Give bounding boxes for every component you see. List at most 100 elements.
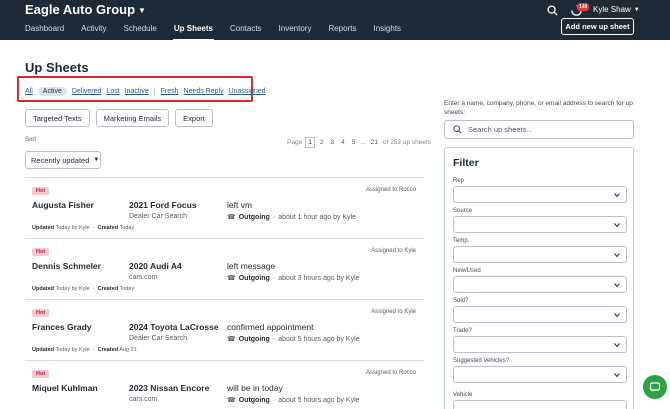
- top-navbar: Eagle Auto Group ▼ Dashboard Activity Sc…: [0, 0, 670, 41]
- updated-label: Updated: [32, 347, 54, 353]
- latest-note: left message: [227, 261, 276, 271]
- dot-separator: ·: [272, 396, 276, 404]
- hot-badge: Hot: [32, 248, 50, 256]
- list-item[interactable]: Hot Assigned to Rocco Miquel Kuhlman 202…: [25, 360, 424, 409]
- tab-activity[interactable]: Activity: [81, 24, 106, 40]
- add-new-up-sheet-button[interactable]: Add new up sheet: [561, 18, 634, 35]
- chat-button[interactable]: [643, 375, 667, 399]
- chevron-down-icon: [614, 283, 620, 288]
- customer-name[interactable]: Frances Grady: [32, 322, 92, 332]
- chevron-down-icon: ▼: [138, 6, 146, 15]
- customer-name[interactable]: Dennis Schmeler: [32, 261, 101, 271]
- filter-lost[interactable]: Lost: [106, 88, 119, 95]
- last-contact: ☎ Outgoing · about 5 hours ago by Kyle: [227, 396, 360, 405]
- marketing-emails-button[interactable]: Marketing Emails: [95, 109, 170, 127]
- vehicle-name: 2024 Toyota LaCrosse: [129, 322, 219, 332]
- tab-contacts[interactable]: Contacts: [230, 24, 262, 40]
- filter-label-trade: Trade?: [453, 328, 472, 334]
- chevron-down-icon: ▼: [633, 6, 640, 13]
- filter-all[interactable]: All: [25, 88, 33, 95]
- action-buttons: Targeted Texts Marketing Emails Export: [25, 109, 213, 127]
- brand-switcher[interactable]: Eagle Auto Group ▼: [25, 2, 146, 17]
- search-placeholder: Search up sheets...: [468, 125, 533, 134]
- pagination: Page 1 2 3 4 5 ... 21 of 252 up sheets: [287, 137, 431, 148]
- user-menu[interactable]: Kyle Shaw ▼: [593, 5, 640, 14]
- latest-note: will be in today: [227, 383, 283, 393]
- list-item[interactable]: Hot Assigned to Kyle Frances Grady 2024 …: [25, 299, 424, 360]
- item-meta: Updated Today by Kyle · Created Today: [32, 286, 135, 292]
- created-value: Aug 21: [119, 347, 137, 353]
- sold-select[interactable]: [453, 306, 627, 323]
- trade-select[interactable]: [453, 336, 627, 353]
- created-label: Created: [97, 286, 119, 292]
- vehicle-name: 2021 Ford Focus: [129, 200, 197, 210]
- vehicle-select[interactable]: [453, 400, 627, 409]
- phone-icon: ☎: [227, 214, 236, 221]
- new-used-select[interactable]: [453, 276, 627, 293]
- chevron-down-icon: ▼: [93, 157, 100, 163]
- customer-name[interactable]: Augusta Fisher: [32, 200, 94, 210]
- tab-reports[interactable]: Reports: [328, 24, 356, 40]
- created-value: Today: [119, 225, 135, 231]
- search-icon[interactable]: [547, 5, 558, 16]
- customer-name[interactable]: Miquel Kuhlman: [32, 383, 98, 393]
- rep-select[interactable]: [453, 186, 627, 203]
- suggested-vehicles-select[interactable]: [453, 366, 627, 383]
- lead-source: cars.com: [129, 274, 158, 281]
- sort-select[interactable]: Recently updated ▼: [25, 151, 101, 169]
- contact-direction: Outgoing: [238, 274, 270, 282]
- page-link-5[interactable]: 5: [350, 138, 358, 147]
- search-icon: [453, 125, 462, 134]
- tab-dashboard[interactable]: Dashboard: [25, 24, 64, 40]
- filter-needs-reply[interactable]: Needs Reply: [184, 88, 224, 95]
- tab-insights[interactable]: Insights: [373, 24, 401, 40]
- pager-label: Page: [287, 139, 303, 146]
- source-select[interactable]: [453, 216, 627, 233]
- latest-note: left vm: [227, 200, 253, 210]
- contact-direction: Outgoing: [238, 335, 270, 343]
- page-link-2[interactable]: 2: [318, 138, 326, 147]
- filter-label-source: Source: [453, 208, 473, 214]
- filter-delivered[interactable]: Delivered: [72, 88, 102, 95]
- chevron-down-icon: [614, 193, 620, 198]
- dot-separator: ·: [272, 213, 276, 221]
- last-contact: ☎ Outgoing · about 3 hours ago by Kyle: [227, 274, 360, 283]
- list-item[interactable]: Hot Assigned to Rocco Augusta Fisher 202…: [25, 177, 424, 238]
- temp-select[interactable]: [453, 246, 627, 263]
- filter-unassigned[interactable]: Unassigned: [229, 88, 266, 95]
- contact-direction: Outgoing: [238, 396, 270, 404]
- export-button[interactable]: Export: [175, 109, 213, 127]
- filter-inactive[interactable]: Inactive: [125, 88, 149, 95]
- vehicle-name: 2020 Audi A4: [129, 261, 182, 271]
- sort-label: Sort: [25, 137, 37, 143]
- updated-value: Today by Kyle: [55, 286, 90, 292]
- chevron-down-icon: [614, 343, 620, 348]
- page-link-1[interactable]: 1: [305, 137, 315, 148]
- page-link-last[interactable]: 21: [369, 138, 380, 147]
- page-link-4[interactable]: 4: [339, 138, 347, 147]
- hot-badge: Hot: [32, 187, 50, 195]
- status-filter-links: All Active Delivered Lost Inactive | Fre…: [25, 87, 271, 96]
- filter-fresh[interactable]: Fresh: [161, 88, 179, 95]
- assigned-to: Assigned to Kyle: [371, 309, 416, 315]
- tab-inventory[interactable]: Inventory: [279, 24, 312, 40]
- page-link-3[interactable]: 3: [328, 138, 336, 147]
- filter-active[interactable]: Active: [37, 87, 67, 96]
- dot-separator: ·: [272, 274, 276, 282]
- updated-value: Today by Kyle: [55, 225, 90, 231]
- assigned-to: Assigned to Rocco: [365, 187, 416, 193]
- assigned-to: Assigned to Rocco: [365, 370, 416, 376]
- list-item[interactable]: Hot Assigned to Kyle Dennis Schmeler 202…: [25, 238, 424, 299]
- filter-label-temp: Temp.: [453, 238, 470, 244]
- tab-schedule[interactable]: Schedule: [123, 24, 156, 40]
- contact-time: about 1 hour ago by Kyle: [278, 213, 357, 221]
- contact-time: about 5 hours ago by Kyle: [278, 335, 360, 343]
- updated-value: Today by Kyle: [55, 347, 90, 353]
- last-contact: ☎ Outgoing · about 5 hours ago by Kyle: [227, 335, 360, 344]
- main-nav: Dashboard Activity Schedule Up Sheets Co…: [25, 24, 418, 41]
- tab-up-sheets[interactable]: Up Sheets: [172, 24, 215, 41]
- created-value: Today: [119, 286, 135, 292]
- lead-source: Dealer Car Search: [129, 213, 187, 220]
- targeted-texts-button[interactable]: Targeted Texts: [25, 109, 90, 127]
- search-input[interactable]: Search up sheets...: [444, 120, 634, 139]
